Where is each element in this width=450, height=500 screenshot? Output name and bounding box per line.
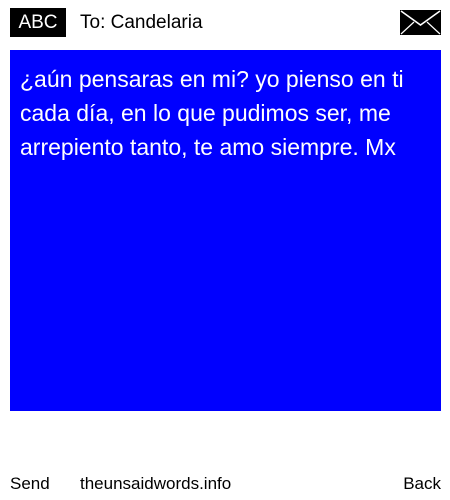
back-softkey[interactable]: Back <box>403 474 441 494</box>
send-softkey[interactable]: Send <box>10 474 50 494</box>
envelope-icon <box>400 10 441 35</box>
recipient-field: To: Candelaria <box>80 12 203 33</box>
message-body: ¿aún pensaras en mi? yo pienso en ti cad… <box>10 50 441 411</box>
site-url: theunsaidwords.info <box>80 474 232 493</box>
input-mode-badge: ABC <box>10 8 66 37</box>
